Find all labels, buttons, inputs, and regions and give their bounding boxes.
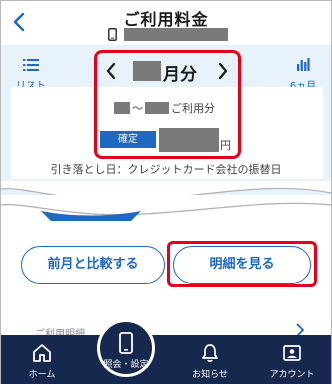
nav-notice-label: お知らせ — [192, 370, 228, 380]
smartphone-icon — [119, 332, 133, 354]
debit-date-note: 引き落とし日：クレジットカード会社の振替日 — [50, 163, 282, 176]
nav-notice[interactable]: お知らせ — [175, 335, 245, 384]
bar-chart-icon — [297, 58, 310, 71]
nav-inquiry-settings[interactable]: 照会・設定 — [97, 319, 155, 377]
compare-previous-month-button[interactable]: 前月と比較する — [21, 246, 165, 284]
header-bar: ご利用料金 — [1, 1, 331, 45]
nav-account[interactable]: アカウント — [257, 335, 327, 384]
nav-account-label: アカウント — [269, 370, 315, 380]
nav-inquiry-label: 照会・設定 — [103, 360, 149, 370]
highlight-frame-month — [94, 50, 241, 159]
nav-home[interactable]: ホーム — [7, 335, 77, 384]
nav-home-label: ホーム — [28, 370, 56, 380]
account-card-icon — [283, 345, 301, 361]
phone-number-redacted — [124, 27, 228, 41]
highlight-frame-details — [167, 241, 317, 287]
home-icon — [33, 344, 51, 362]
bell-icon — [202, 344, 218, 362]
smartphone-icon — [108, 27, 117, 41]
wave-divider — [1, 181, 331, 221]
list-icon — [23, 59, 39, 71]
phone-number-row — [108, 27, 228, 41]
